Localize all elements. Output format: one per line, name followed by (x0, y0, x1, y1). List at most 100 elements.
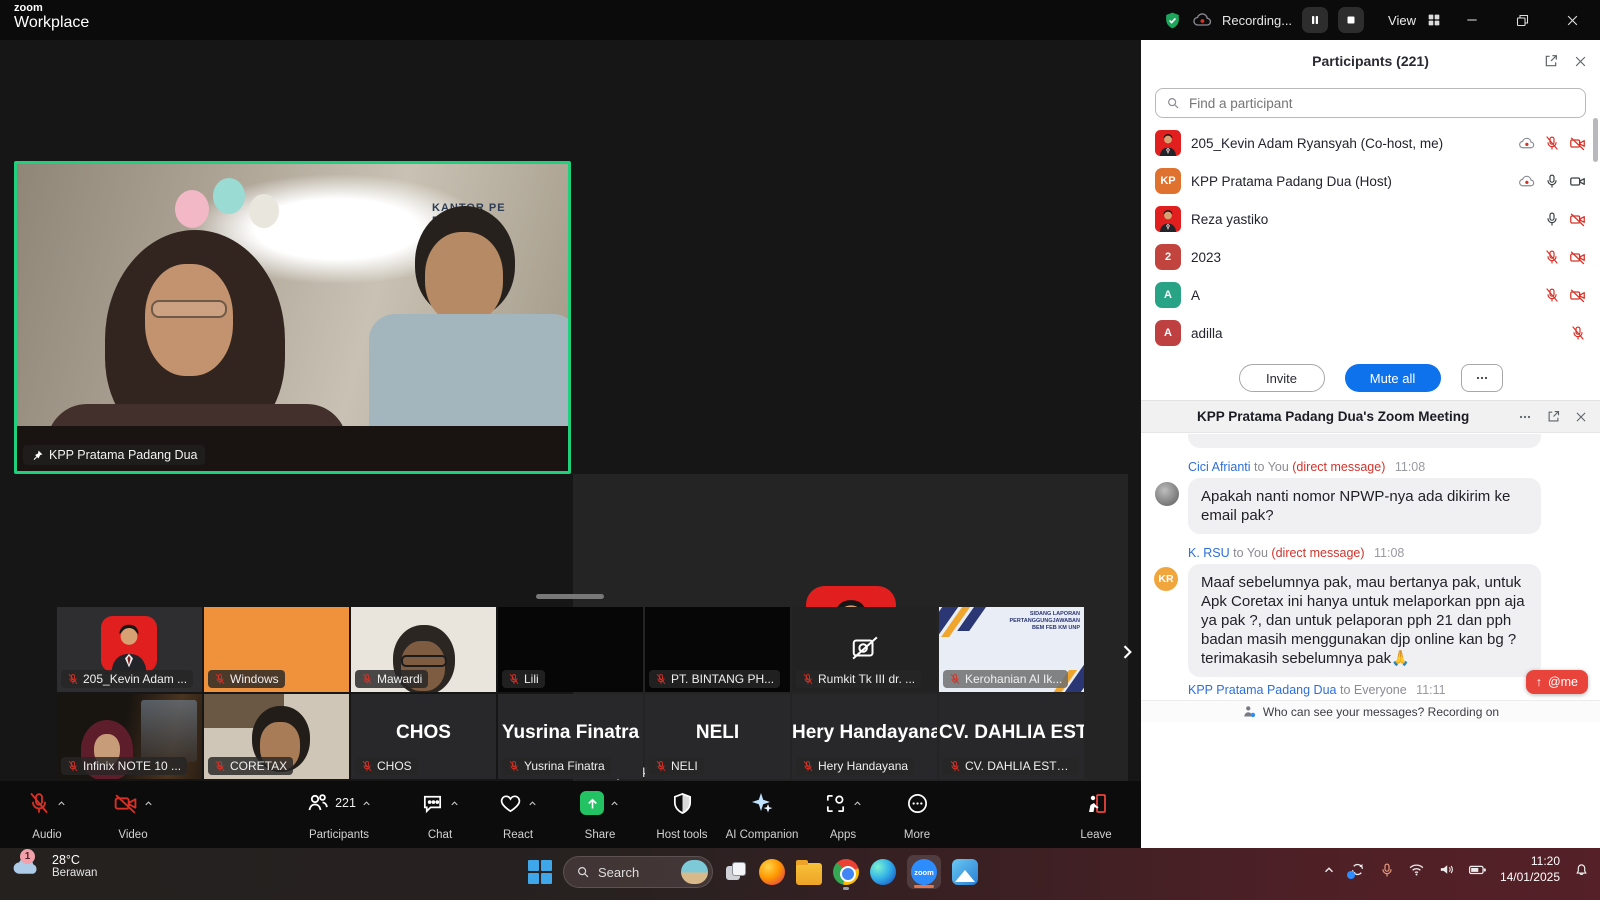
audio-button[interactable]: Audio (0, 789, 94, 841)
stop-recording-button[interactable] (1338, 7, 1364, 33)
video-thumbnail[interactable]: Mawardi (351, 607, 496, 692)
more-button[interactable]: More (872, 789, 962, 841)
share-button[interactable]: Share (555, 789, 645, 841)
invite-button[interactable]: Invite (1239, 364, 1325, 392)
chrome-icon[interactable] (833, 859, 859, 885)
taskbar-center: Search zoom (528, 855, 978, 889)
mic-muted-icon (802, 760, 814, 772)
taskbar-search[interactable]: Search (563, 856, 713, 888)
participants-button[interactable]: 221 Participants (279, 789, 399, 841)
participant-row[interactable]: A A (1141, 276, 1600, 314)
firefox-icon[interactable] (759, 859, 785, 885)
battery-icon[interactable] (1468, 860, 1487, 879)
react-button[interactable]: React (473, 789, 563, 841)
participants-more-button[interactable] (1461, 364, 1503, 392)
minimize-button[interactable] (1452, 0, 1492, 40)
microphone-in-use-icon[interactable] (1379, 862, 1395, 878)
video-thumbnail[interactable]: CV. DAHLIA EST... CV. DAHLIA ESTE... (939, 694, 1084, 779)
file-explorer-icon[interactable] (796, 863, 822, 885)
chevron-up-icon[interactable] (852, 798, 863, 809)
video-thumbnail[interactable]: SIDANG LAPORAN PERTANGGUNGJAWABAN BEM FE… (939, 607, 1084, 692)
video-thumbnail[interactable]: PT. BINTANG PH... (645, 607, 790, 692)
participant-row[interactable]: 205_Kevin Adam Ryansyah (Co-host, me) (1141, 124, 1600, 162)
active-app-indicator (914, 885, 934, 888)
mic-muted-icon (27, 791, 51, 815)
video-thumbnail[interactable]: CHOS CHOS (351, 694, 496, 779)
strip-next-button[interactable] (1114, 637, 1140, 667)
weather-badge: 1 (20, 849, 35, 864)
participant-row[interactable]: Reza yastiko (1141, 200, 1600, 238)
logo-line1: zoom (14, 3, 89, 15)
video-thumbnail[interactable]: Infinix NOTE 10 ... (57, 694, 202, 779)
video-thumbnail[interactable]: 205_Kevin Adam ... (57, 607, 202, 692)
video-thumbnail[interactable]: Rumkit Tk III dr. ... (792, 607, 937, 692)
video-off-icon (1569, 211, 1586, 228)
banner-text: SIDANG LAPORAN PERTANGGUNGJAWABAN BEM FE… (1010, 611, 1081, 632)
pause-recording-button[interactable] (1302, 7, 1328, 33)
restore-button[interactable] (1502, 0, 1542, 40)
message-bubble: Apakah nanti nomor NPWP-nya ada dikirim … (1188, 478, 1541, 534)
video-thumbnail[interactable]: CORETAX (204, 694, 349, 779)
wifi-icon[interactable] (1408, 861, 1425, 878)
mute-all-button[interactable]: Mute all (1345, 364, 1441, 392)
chevron-up-icon[interactable] (609, 798, 620, 809)
strip-resize-handle[interactable] (536, 594, 604, 599)
pinned-video-name: KPP Pratama Padang Dua (49, 448, 197, 462)
leave-button[interactable]: Leave (1051, 789, 1141, 841)
popout-icon[interactable] (1543, 53, 1559, 69)
pinned-video-nameplate: KPP Pratama Padang Dua (23, 445, 205, 465)
photos-app-icon[interactable] (952, 859, 978, 885)
tray-chevron-up-icon[interactable] (1322, 863, 1336, 877)
chat-privacy-notice[interactable]: Who can see your messages? Recording on (1141, 700, 1600, 722)
chevron-up-icon[interactable] (143, 798, 154, 809)
video-thumbnail[interactable]: Yusrina Finatra Yusrina Finatra (498, 694, 643, 779)
search-input[interactable] (1187, 95, 1575, 112)
mic-muted-icon (361, 673, 373, 685)
video-thumbnail[interactable]: Lili (498, 607, 643, 692)
chevron-up-icon[interactable] (527, 798, 538, 809)
close-icon[interactable] (1574, 410, 1588, 424)
time: 11:20 (1500, 854, 1560, 870)
avatar (1155, 130, 1181, 156)
video-button[interactable]: Video (86, 789, 180, 841)
participant-search[interactable] (1155, 88, 1586, 118)
close-icon[interactable] (1573, 54, 1588, 69)
avatar: A (1155, 320, 1181, 346)
close-window-button[interactable] (1552, 0, 1592, 40)
start-button[interactable] (528, 860, 552, 884)
chat-button[interactable]: Chat (395, 789, 485, 841)
popout-icon[interactable] (1546, 409, 1561, 424)
participant-row[interactable]: A adilla (1141, 314, 1600, 352)
message-bubble: Maaf sebelumnya pak, mau bertanya pak, u… (1188, 564, 1541, 677)
task-view-button[interactable] (724, 860, 748, 884)
message-header: Cici Afrianti to You (direct message) 11… (1188, 460, 1425, 474)
chat-header: KPP Pratama Padang Dua's Zoom Meeting (1141, 400, 1600, 433)
notifications-icon[interactable] (1573, 861, 1590, 878)
video-off-icon (1569, 249, 1586, 266)
avatar (1155, 206, 1181, 232)
jump-to-mention-button[interactable]: ↑ @me (1526, 670, 1588, 694)
pinned-video-tile[interactable]: KANTOR PE PAJAK PR PAD KPP Pratama Padan… (14, 161, 571, 474)
weather-condition: Berawan (52, 867, 97, 879)
avatar (101, 616, 157, 672)
participant-row[interactable]: KP KPP Pratama Padang Dua (Host) (1141, 162, 1600, 200)
view-grid-icon[interactable] (1426, 12, 1442, 28)
edge-icon[interactable] (870, 859, 896, 885)
more-dots-icon[interactable] (1517, 409, 1533, 425)
video-thumbnail[interactable]: Windows (204, 607, 349, 692)
participant-row[interactable]: 2 2023 (1141, 238, 1600, 276)
video-stage: KANTOR PE PAJAK PR PAD KPP Pratama Padan… (0, 40, 1141, 781)
volume-icon[interactable] (1438, 861, 1455, 878)
title-bar: zoom Workplace Recording... View (0, 0, 1600, 40)
recording-status: Recording... (1222, 13, 1292, 28)
chevron-up-icon[interactable] (449, 798, 460, 809)
zoom-app-icon[interactable]: zoom (907, 855, 941, 889)
chevron-up-icon[interactable] (56, 798, 67, 809)
video-thumbnail[interactable]: NELI NELI (645, 694, 790, 779)
video-thumbnail[interactable]: Hery Handayana Hery Handayana (792, 694, 937, 779)
chat-message-list[interactable]: Cici Afrianti to You (direct message) 11… (1141, 434, 1600, 700)
clock[interactable]: 11:20 14/01/2025 (1500, 854, 1560, 885)
sync-icon[interactable] (1349, 861, 1366, 878)
chevron-up-icon[interactable] (361, 798, 372, 809)
view-button-label[interactable]: View (1388, 13, 1416, 28)
